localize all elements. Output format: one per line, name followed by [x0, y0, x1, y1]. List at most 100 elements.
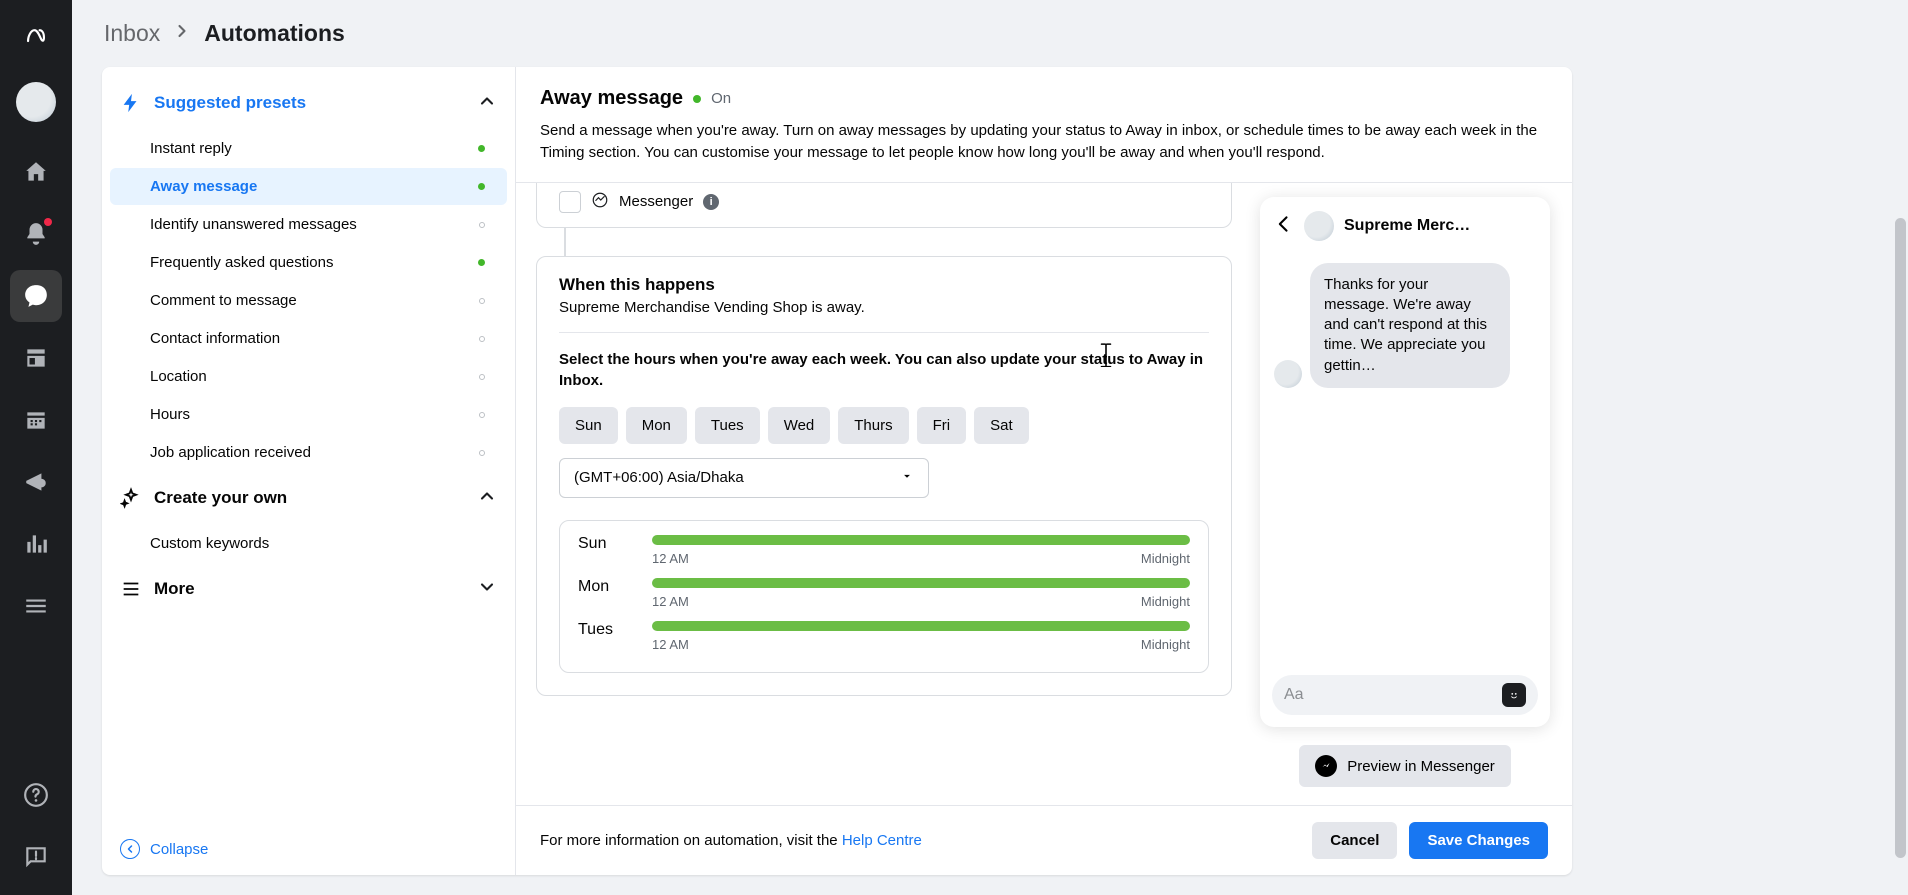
info-icon[interactable]: i: [703, 194, 719, 210]
schedule-end-label: Midnight: [1141, 551, 1190, 566]
page-avatar[interactable]: [16, 82, 56, 122]
chevron-down-icon: [477, 577, 497, 601]
breadcrumb-current: Automations: [204, 20, 345, 47]
sidebar-item-comment-to-message[interactable]: Comment to message: [110, 282, 507, 319]
all-tools-icon[interactable]: [10, 580, 62, 632]
preview-in-messenger-button[interactable]: Preview in Messenger: [1299, 745, 1511, 787]
cancel-button[interactable]: Cancel: [1312, 822, 1397, 859]
status-dot-icon: [479, 374, 485, 380]
config-column: Messenger i When this happens Supreme Me…: [516, 183, 1252, 806]
sidebar-item-unanswered[interactable]: Identify unanswered messages: [110, 206, 507, 243]
schedule-bar[interactable]: [652, 535, 1190, 545]
automations-sidebar: Suggested presets Instant reply Away mes…: [102, 67, 516, 875]
day-toggle-thurs[interactable]: Thurs: [838, 407, 908, 444]
schedule-row: Mon 12 AM Midnight: [578, 578, 1190, 609]
help-icon[interactable]: [10, 769, 62, 821]
preview-input-placeholder: Aa: [1284, 686, 1304, 704]
breadcrumb-parent[interactable]: Inbox: [104, 20, 160, 47]
ads-icon[interactable]: [10, 456, 62, 508]
status-dot-icon: [478, 259, 485, 266]
when-box: When this happens Supreme Merchandise Ve…: [536, 256, 1232, 696]
scrollbar-track[interactable]: [1890, 0, 1908, 895]
schedule-day-label: Mon: [578, 578, 634, 596]
status-dot-icon: [479, 336, 485, 342]
schedule-day-label: Tues: [578, 621, 634, 639]
sidebar-item-contact-info[interactable]: Contact information: [110, 320, 507, 357]
schedule-bar[interactable]: [652, 578, 1190, 588]
sidebar-item-instant-reply[interactable]: Instant reply: [110, 130, 507, 167]
sidebar-item-label: Location: [150, 368, 469, 385]
preview-button-label: Preview in Messenger: [1347, 758, 1495, 775]
schedule-row: Tues 12 AM Midnight: [578, 621, 1190, 652]
save-changes-button[interactable]: Save Changes: [1409, 822, 1548, 859]
schedule-end-label: Midnight: [1141, 594, 1190, 609]
sidebar-item-label: Job application received: [150, 444, 469, 461]
status-dot-icon: [479, 298, 485, 304]
detail-title: Away message: [540, 87, 683, 110]
sidebar-section-create[interactable]: Create your own: [102, 472, 515, 524]
sidebar-section-label: Suggested presets: [154, 93, 465, 113]
sidebar-item-label: Identify unanswered messages: [150, 216, 469, 233]
messenger-label: Messenger: [619, 193, 693, 210]
day-toggle-sun[interactable]: Sun: [559, 407, 618, 444]
meta-logo[interactable]: [10, 10, 62, 62]
sidebar-item-faq[interactable]: Frequently asked questions: [110, 244, 507, 281]
sidebar-item-label: Instant reply: [150, 140, 468, 157]
sidebar-item-label: Contact information: [150, 330, 469, 347]
sidebar-section-label: More: [154, 579, 465, 599]
sidebar-item-location[interactable]: Location: [110, 358, 507, 395]
divider: [559, 332, 1209, 333]
schedule-row: Sun 12 AM Midnight: [578, 535, 1190, 566]
sidebar-section-suggested[interactable]: Suggested presets: [102, 77, 515, 129]
sidebar-item-hours[interactable]: Hours: [110, 396, 507, 433]
caret-down-icon: [900, 469, 914, 487]
preview-column: Supreme Merc… Thanks for your message. W…: [1252, 183, 1572, 806]
feedback-icon[interactable]: [10, 831, 62, 883]
status-text: On: [711, 90, 731, 107]
chevron-up-icon: [477, 91, 497, 115]
calendar-icon[interactable]: [10, 394, 62, 446]
messenger-icon: [1315, 755, 1337, 777]
sidebar-section-label: Create your own: [154, 488, 465, 508]
insights-icon[interactable]: [10, 518, 62, 570]
detail-description: Send a message when you're away. Turn on…: [540, 120, 1548, 164]
collapse-sidebar-button[interactable]: Collapse: [102, 822, 515, 875]
status-dot-icon: [693, 95, 701, 103]
timezone-select[interactable]: (GMT+06:00) Asia/Dhaka: [559, 458, 929, 498]
inbox-nav-icon[interactable]: [10, 270, 62, 322]
day-toggle-tues[interactable]: Tues: [695, 407, 760, 444]
day-toggle-wed[interactable]: Wed: [768, 407, 831, 444]
day-toggle-mon[interactable]: Mon: [626, 407, 687, 444]
day-toggle-row: Sun Mon Tues Wed Thurs Fri Sat: [559, 407, 1209, 444]
notifications-icon[interactable]: [10, 208, 62, 260]
footer-info-text: For more information on automation, visi…: [540, 832, 842, 849]
sidebar-section-more[interactable]: More: [102, 563, 515, 615]
channel-box: Messenger i: [536, 183, 1232, 228]
schedule-bar[interactable]: [652, 621, 1190, 631]
global-nav-rail: [0, 0, 72, 895]
day-toggle-sat[interactable]: Sat: [974, 407, 1029, 444]
help-centre-link[interactable]: Help Centre: [842, 832, 922, 849]
when-title: When this happens: [559, 275, 1209, 295]
bubble-avatar: [1274, 360, 1302, 388]
status-dot-icon: [479, 222, 485, 228]
schedule-end-label: Midnight: [1141, 637, 1190, 652]
sidebar-item-away-message[interactable]: Away message: [110, 168, 507, 205]
status-dot-icon: [479, 412, 485, 418]
messenger-preview: Supreme Merc… Thanks for your message. W…: [1260, 197, 1550, 728]
when-instruction: Select the hours when you're away each w…: [559, 349, 1209, 391]
schedule-start-label: 12 AM: [652, 551, 689, 566]
timezone-value: (GMT+06:00) Asia/Dhaka: [574, 469, 744, 486]
sidebar-item-label: Frequently asked questions: [150, 254, 468, 271]
home-icon[interactable]: [10, 146, 62, 198]
messenger-checkbox[interactable]: [559, 191, 581, 213]
preview-avatar: [1304, 211, 1334, 241]
back-arrow-icon[interactable]: [1274, 214, 1294, 238]
posts-icon[interactable]: [10, 332, 62, 384]
sidebar-item-job-application[interactable]: Job application received: [110, 434, 507, 471]
sidebar-item-custom-keywords[interactable]: Custom keywords: [110, 525, 507, 562]
day-toggle-fri[interactable]: Fri: [917, 407, 967, 444]
scrollbar-thumb[interactable]: [1895, 218, 1906, 858]
sidebar-item-label: Custom keywords: [150, 535, 485, 552]
connector-line: [564, 228, 566, 256]
